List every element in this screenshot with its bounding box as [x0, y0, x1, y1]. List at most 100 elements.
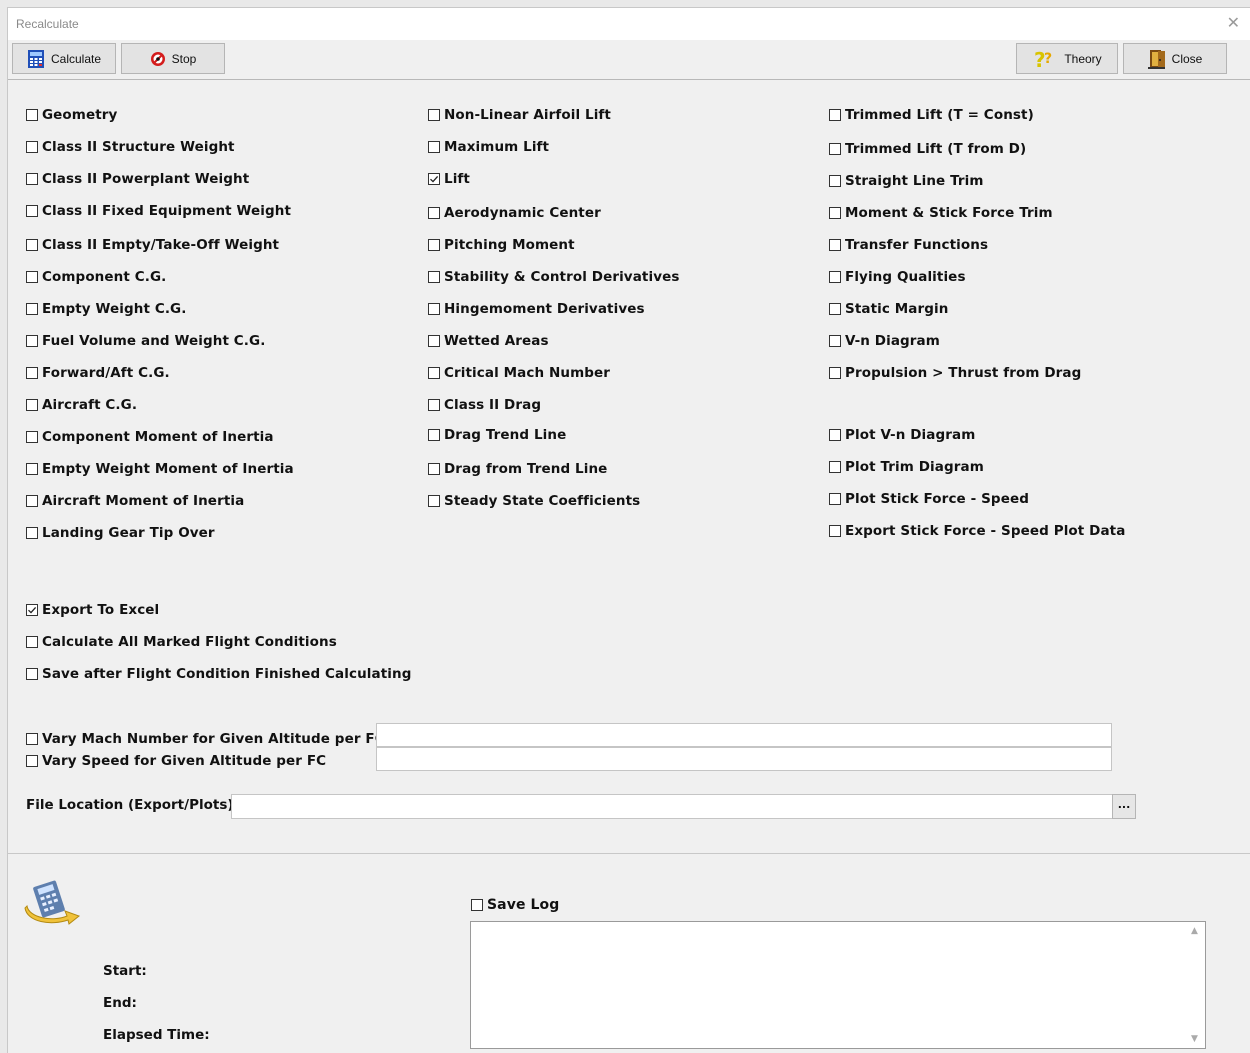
checkbox[interactable]	[26, 431, 38, 443]
checkbox[interactable]	[26, 109, 38, 121]
checkbox-row[interactable]: Geometry	[26, 107, 117, 123]
checkbox[interactable]	[26, 367, 38, 379]
checkbox[interactable]	[26, 205, 38, 217]
checkbox[interactable]	[428, 109, 440, 121]
checkbox[interactable]	[26, 271, 38, 283]
checkbox-row[interactable]: Class II Empty/Take-Off Weight	[26, 237, 279, 253]
checkbox[interactable]	[26, 604, 38, 616]
checkbox[interactable]	[26, 303, 38, 315]
scroll-up-icon[interactable]: ▲	[1191, 926, 1198, 936]
scroll-down-icon[interactable]: ▼	[1191, 1034, 1198, 1044]
checkbox-row[interactable]: Plot Stick Force - Speed	[829, 491, 1029, 507]
checkbox[interactable]	[428, 239, 440, 251]
vary-mach-input[interactable]	[376, 723, 1112, 747]
checkbox[interactable]	[26, 636, 38, 648]
checkbox-row[interactable]: Transfer Functions	[829, 237, 988, 253]
checkbox-row[interactable]: Drag from Trend Line	[428, 461, 607, 477]
checkbox-row[interactable]: Class II Fixed Equipment Weight	[26, 203, 291, 219]
checkbox[interactable]	[829, 367, 841, 379]
checkbox-row[interactable]: Drag Trend Line	[428, 427, 566, 443]
log-textarea[interactable]: ▲ ▼	[470, 921, 1206, 1049]
vary-speed-checkbox-row[interactable]: Vary Speed for Given Altitude per FC	[26, 753, 326, 769]
checkbox[interactable]	[829, 239, 841, 251]
save-after-fc-checkbox-row[interactable]: Save after Flight Condition Finished Cal…	[26, 666, 412, 682]
calculate-all-fc-checkbox-row[interactable]: Calculate All Marked Flight Conditions	[26, 634, 337, 650]
checkbox[interactable]	[428, 207, 440, 219]
checkbox[interactable]	[829, 461, 841, 473]
checkbox-row[interactable]: Empty Weight C.G.	[26, 301, 186, 317]
checkbox-row[interactable]: Plot V-n Diagram	[829, 427, 975, 443]
checkbox-row[interactable]: Component C.G.	[26, 269, 166, 285]
vary-speed-input[interactable]	[376, 747, 1112, 771]
checkbox[interactable]	[26, 527, 38, 539]
stop-button[interactable]: Stop	[121, 43, 225, 74]
checkbox-row[interactable]: Straight Line Trim	[829, 173, 984, 189]
checkbox-row[interactable]: Wetted Areas	[428, 333, 549, 349]
checkbox-row[interactable]: Component Moment of Inertia	[26, 429, 274, 445]
checkbox-row[interactable]: Class II Drag	[428, 397, 541, 413]
checkbox-row[interactable]: Fuel Volume and Weight C.G.	[26, 333, 265, 349]
checkbox-row[interactable]: Flying Qualities	[829, 269, 966, 285]
checkbox-row[interactable]: Lift	[428, 171, 470, 187]
checkbox-row[interactable]: Moment & Stick Force Trim	[829, 205, 1053, 221]
checkbox[interactable]	[829, 109, 841, 121]
browse-button[interactable]: ...	[1112, 794, 1136, 819]
checkbox[interactable]	[428, 429, 440, 441]
checkbox-row[interactable]: Export Stick Force - Speed Plot Data	[829, 523, 1125, 539]
checkbox[interactable]	[829, 175, 841, 187]
log-scrollbar[interactable]: ▲ ▼	[1188, 922, 1205, 1048]
checkbox-row[interactable]: V-n Diagram	[829, 333, 940, 349]
checkbox-row[interactable]: Steady State Coefficients	[428, 493, 640, 509]
checkbox-row[interactable]: Propulsion > Thrust from Drag	[829, 365, 1081, 381]
file-location-input[interactable]	[231, 794, 1113, 819]
checkbox-row[interactable]: Landing Gear Tip Over	[26, 525, 215, 541]
checkbox[interactable]	[829, 271, 841, 283]
checkbox[interactable]	[26, 755, 38, 767]
close-icon[interactable]: ✕	[1227, 13, 1240, 32]
checkbox[interactable]	[26, 141, 38, 153]
checkbox[interactable]	[26, 399, 38, 411]
checkbox-row[interactable]: Hingemoment Derivatives	[428, 301, 645, 317]
checkbox-row[interactable]: Class II Structure Weight	[26, 139, 235, 155]
checkbox-row[interactable]: Critical Mach Number	[428, 365, 610, 381]
checkbox[interactable]	[829, 429, 841, 441]
checkbox[interactable]	[428, 335, 440, 347]
checkbox[interactable]	[829, 207, 841, 219]
export-excel-checkbox-row[interactable]: Export To Excel	[26, 602, 159, 618]
checkbox-row[interactable]: Stability & Control Derivatives	[428, 269, 680, 285]
checkbox[interactable]	[26, 668, 38, 680]
checkbox-row[interactable]: Empty Weight Moment of Inertia	[26, 461, 294, 477]
checkbox-row[interactable]: Class II Powerplant Weight	[26, 171, 249, 187]
checkbox-row[interactable]: Aerodynamic Center	[428, 205, 601, 221]
save-log-checkbox-row[interactable]: Save Log	[471, 897, 559, 913]
checkbox[interactable]	[829, 143, 841, 155]
checkbox-row[interactable]: Non-Linear Airfoil Lift	[428, 107, 611, 123]
checkbox[interactable]	[26, 495, 38, 507]
checkbox[interactable]	[829, 335, 841, 347]
checkbox[interactable]	[428, 303, 440, 315]
vary-mach-checkbox-row[interactable]: Vary Mach Number for Given Altitude per …	[26, 731, 385, 747]
calculate-button[interactable]: Calculate	[12, 43, 116, 74]
checkbox[interactable]	[428, 367, 440, 379]
checkbox[interactable]	[26, 335, 38, 347]
checkbox-row[interactable]: Pitching Moment	[428, 237, 575, 253]
checkbox[interactable]	[428, 495, 440, 507]
checkbox[interactable]	[471, 899, 483, 911]
theory-button[interactable]: ? ? Theory	[1016, 43, 1118, 74]
checkbox-row[interactable]: Aircraft Moment of Inertia	[26, 493, 244, 509]
checkbox-row[interactable]: Trimmed Lift (T = Const)	[829, 107, 1034, 123]
checkbox-row[interactable]: Maximum Lift	[428, 139, 549, 155]
checkbox-row[interactable]: Aircraft C.G.	[26, 397, 137, 413]
checkbox-row[interactable]: Trimmed Lift (T from D)	[829, 141, 1026, 157]
checkbox-row[interactable]: Plot Trim Diagram	[829, 459, 984, 475]
checkbox[interactable]	[428, 173, 440, 185]
checkbox[interactable]	[26, 463, 38, 475]
checkbox[interactable]	[428, 271, 440, 283]
checkbox[interactable]	[829, 493, 841, 505]
checkbox[interactable]	[428, 141, 440, 153]
checkbox[interactable]	[829, 303, 841, 315]
checkbox[interactable]	[26, 239, 38, 251]
checkbox[interactable]	[26, 733, 38, 745]
checkbox[interactable]	[428, 399, 440, 411]
close-button[interactable]: Close	[1123, 43, 1227, 74]
